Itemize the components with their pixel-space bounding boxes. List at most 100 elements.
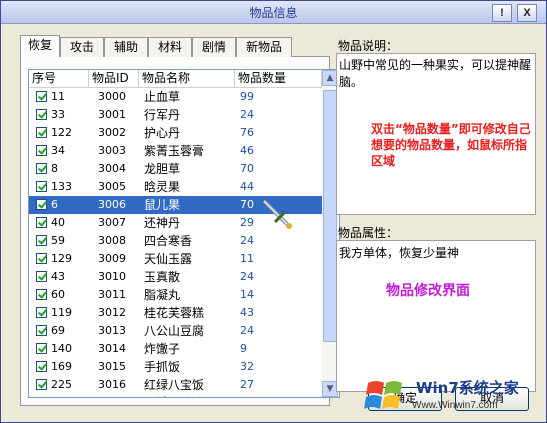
row-checkbox[interactable] — [36, 343, 47, 354]
row-checkbox[interactable] — [36, 145, 47, 156]
list-header: 序号 物品ID 物品名称 物品数量 — [29, 70, 322, 88]
row-checkbox[interactable] — [36, 181, 47, 192]
title-bar[interactable]: 物品信息 ! X — [1, 1, 546, 24]
row-number: 0 — [51, 394, 58, 397]
row-number: 6 — [51, 198, 58, 211]
row-checkbox[interactable] — [36, 163, 47, 174]
row-checkbox[interactable] — [36, 217, 47, 228]
table-row[interactable]: 140 3014 炸馓子 9 — [29, 340, 322, 358]
row-number: 140 — [51, 342, 72, 355]
table-row[interactable]: 0 3017 鬼城麻辣鸡 0 — [29, 394, 322, 398]
row-item-name: 天仙玉露 — [144, 252, 193, 266]
row-checkbox[interactable] — [36, 91, 47, 102]
table-row[interactable]: 69 3013 八公山豆腐 24 — [29, 322, 322, 340]
column-header-id[interactable]: 物品ID — [89, 70, 139, 87]
table-row[interactable]: 43 3010 玉真散 24 — [29, 268, 322, 286]
row-checkbox[interactable] — [36, 199, 47, 210]
row-checkbox[interactable] — [36, 325, 47, 336]
row-item-quantity[interactable]: 29 — [240, 214, 254, 232]
table-row[interactable]: 119 3012 桂花芙蓉糕 43 — [29, 304, 322, 322]
row-checkbox[interactable] — [36, 289, 47, 300]
row-number: 69 — [51, 324, 65, 337]
row-item-id: 3004 — [98, 162, 126, 175]
row-item-name: 桂花芙蓉糕 — [144, 306, 205, 320]
row-checkbox[interactable] — [36, 127, 47, 138]
tab-recovery[interactable]: 恢复 — [20, 35, 60, 57]
row-item-id: 3003 — [98, 144, 126, 157]
row-checkbox[interactable] — [36, 379, 47, 390]
table-row[interactable]: 169 3015 手抓饭 32 — [29, 358, 322, 376]
row-item-quantity[interactable]: 70 — [240, 160, 254, 178]
watermark-text: Win7系统之家 — [416, 379, 519, 397]
row-item-id: 3015 — [98, 360, 126, 373]
row-checkbox[interactable] — [36, 271, 47, 282]
row-item-id: 3016 — [98, 378, 126, 391]
row-item-quantity[interactable]: 32 — [240, 358, 254, 376]
row-item-name: 鼠儿果 — [144, 198, 181, 212]
tab-attack[interactable]: 攻击 — [60, 37, 104, 57]
table-row[interactable]: 11 3000 止血草 99 — [29, 88, 322, 106]
table-row[interactable]: 225 3016 红绿八宝饭 27 — [29, 376, 322, 394]
row-item-quantity[interactable]: 24 — [240, 268, 254, 286]
row-item-quantity[interactable]: 24 — [240, 322, 254, 340]
column-header-num[interactable]: 序号 — [29, 70, 89, 87]
row-item-quantity[interactable]: 27 — [240, 376, 254, 394]
screen-caption-annotation: 物品修改界面 — [386, 283, 470, 299]
row-number: 119 — [51, 306, 72, 319]
row-item-quantity[interactable]: 24 — [240, 106, 254, 124]
row-number: 225 — [51, 378, 72, 391]
windows-logo-icon — [364, 381, 402, 409]
edit-hint-annotation: 双击“物品数量”即可修改自己想要的物品数量，如鼠标所指区域 — [371, 122, 531, 168]
row-item-quantity[interactable]: 11 — [240, 250, 254, 268]
row-item-quantity[interactable]: 14 — [240, 286, 254, 304]
tab-support[interactable]: 辅助 — [104, 37, 148, 57]
row-item-id: 3009 — [98, 252, 126, 265]
row-item-id: 3005 — [98, 180, 126, 193]
row-item-quantity[interactable]: 43 — [240, 304, 254, 322]
row-checkbox[interactable] — [36, 253, 47, 264]
tab-materials[interactable]: 材料 — [148, 37, 192, 57]
row-checkbox[interactable] — [36, 397, 47, 398]
row-item-name: 龙胆草 — [144, 162, 181, 176]
scroll-thumb[interactable] — [323, 90, 337, 342]
column-header-name[interactable]: 物品名称 — [139, 70, 235, 87]
table-row[interactable]: 34 3003 紫菁玉蓉膏 46 — [29, 142, 322, 160]
row-item-quantity[interactable]: 0 — [240, 394, 247, 397]
row-item-quantity[interactable]: 46 — [240, 142, 254, 160]
row-item-quantity[interactable]: 99 — [240, 88, 254, 106]
row-number: 59 — [51, 234, 65, 247]
row-item-quantity[interactable]: 76 — [240, 124, 254, 142]
tab-new-items[interactable]: 新物品 — [236, 37, 292, 57]
row-number: 169 — [51, 360, 72, 373]
row-checkbox[interactable] — [36, 109, 47, 120]
row-item-id: 3011 — [98, 288, 126, 301]
row-item-id: 3010 — [98, 270, 126, 283]
column-header-qty[interactable]: 物品数量 — [235, 70, 322, 87]
row-number: 33 — [51, 108, 65, 121]
table-row[interactable]: 60 3011 脂凝丸 14 — [29, 286, 322, 304]
table-row[interactable]: 133 3005 晗灵果 44 — [29, 178, 322, 196]
row-number: 60 — [51, 288, 65, 301]
attributes-label: 物品属性： — [338, 226, 399, 240]
table-row[interactable]: 33 3001 行军丹 24 — [29, 106, 322, 124]
table-row[interactable]: 59 3008 四合寒香 24 — [29, 232, 322, 250]
tab-story[interactable]: 剧情 — [192, 37, 236, 57]
row-item-quantity[interactable]: 70 — [240, 196, 254, 214]
row-checkbox[interactable] — [36, 235, 47, 246]
row-item-name: 四合寒香 — [144, 234, 193, 248]
close-button[interactable]: X — [517, 4, 537, 22]
row-number: 43 — [51, 270, 65, 283]
table-row[interactable]: 129 3009 天仙玉露 11 — [29, 250, 322, 268]
row-checkbox[interactable] — [36, 307, 47, 318]
item-list[interactable]: 序号 物品ID 物品名称 物品数量 11 3000 止血草 99 33 3001 行军丹 24… — [28, 69, 340, 398]
row-item-id: 3012 — [98, 306, 126, 319]
row-checkbox[interactable] — [36, 361, 47, 372]
table-row[interactable]: 122 3002 护心丹 76 — [29, 124, 322, 142]
row-item-id: 3013 — [98, 324, 126, 337]
row-item-quantity[interactable]: 9 — [240, 340, 247, 358]
row-item-quantity[interactable]: 24 — [240, 232, 254, 250]
row-item-quantity[interactable]: 44 — [240, 178, 254, 196]
row-item-name: 还神丹 — [144, 216, 181, 230]
table-row[interactable]: 8 3004 龙胆草 70 — [29, 160, 322, 178]
help-button[interactable]: ! — [492, 4, 512, 22]
